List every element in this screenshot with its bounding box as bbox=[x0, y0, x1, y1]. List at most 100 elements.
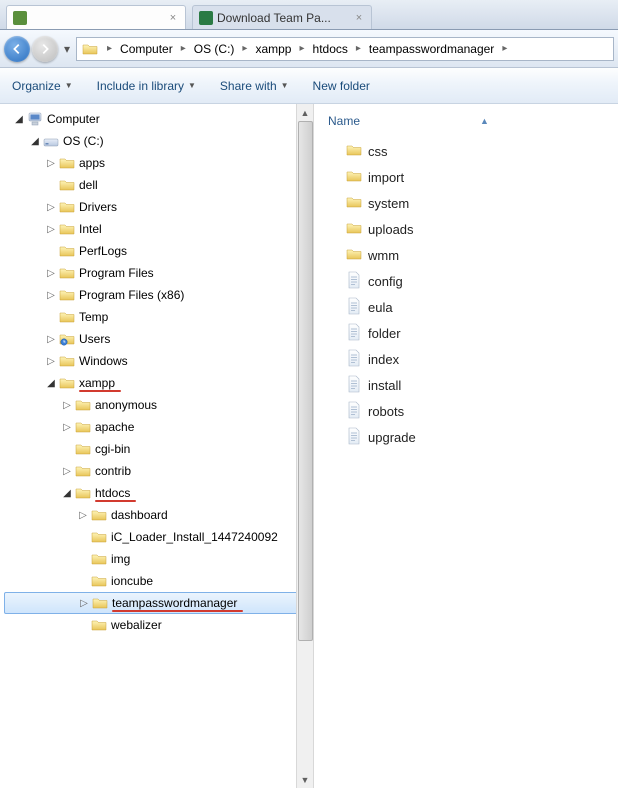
browser-tabstrip: × Download Team Pa... × bbox=[0, 0, 618, 30]
navigation-bar: ▾ ▸Computer▸OS (C:)▸xampp▸htdocs▸teampas… bbox=[0, 30, 618, 68]
tree-node[interactable]: ▷apps bbox=[4, 152, 313, 174]
close-icon[interactable]: × bbox=[167, 12, 179, 24]
list-item[interactable]: robots bbox=[328, 398, 618, 424]
file-icon bbox=[346, 297, 362, 318]
scroll-down-button[interactable]: ▼ bbox=[297, 771, 313, 788]
path-segment[interactable]: teampasswordmanager▸ bbox=[365, 38, 511, 60]
list-item[interactable]: import bbox=[328, 164, 618, 190]
path-segment[interactable]: xampp▸ bbox=[251, 38, 308, 60]
list-item[interactable]: folder bbox=[328, 320, 618, 346]
tab-current[interactable]: × bbox=[6, 5, 186, 29]
folder-icon bbox=[74, 485, 92, 501]
item-label: config bbox=[368, 274, 403, 289]
tree-node[interactable]: ◢Computer bbox=[4, 108, 313, 130]
list-item[interactable]: uploads bbox=[328, 216, 618, 242]
close-icon[interactable]: × bbox=[353, 12, 365, 24]
folder-icon bbox=[74, 419, 92, 435]
list-item[interactable]: eula bbox=[328, 294, 618, 320]
column-header-name[interactable]: Name bbox=[328, 114, 360, 128]
folder-icon bbox=[58, 353, 76, 369]
expand-arrow-icon[interactable]: ▷ bbox=[44, 224, 58, 235]
scroll-thumb[interactable] bbox=[298, 121, 313, 641]
tree-node[interactable]: ▷Temp bbox=[4, 306, 313, 328]
share-with-button[interactable]: Share with▼ bbox=[220, 79, 289, 93]
tree-node-label: PerfLogs bbox=[79, 244, 133, 258]
forward-button[interactable] bbox=[32, 36, 58, 62]
list-item[interactable]: wmm bbox=[328, 242, 618, 268]
navigation-tree: ◢Computer◢OS (C:)▷apps▷dell ▷ Drivers ▷Inte… bbox=[0, 104, 314, 788]
path-segment[interactable]: htdocs▸ bbox=[309, 38, 365, 60]
nav-history-dropdown[interactable]: ▾ bbox=[60, 37, 74, 61]
tree-scrollbar[interactable]: ▲ ▼ bbox=[296, 104, 313, 788]
tree-node[interactable]: ▷ contrib bbox=[4, 460, 313, 482]
path-root-arrow[interactable]: ▸ bbox=[103, 38, 116, 60]
tree-node[interactable]: ▷apache bbox=[4, 416, 313, 438]
expand-arrow-icon[interactable]: ▷ bbox=[77, 598, 91, 609]
list-item[interactable]: install bbox=[328, 372, 618, 398]
path-segment[interactable]: OS (C:)▸ bbox=[190, 38, 252, 60]
expand-arrow-icon[interactable]: ◢ bbox=[28, 136, 42, 147]
tree-node[interactable]: ▷Users bbox=[4, 328, 313, 350]
expand-arrow-icon[interactable]: ▷ bbox=[60, 422, 74, 433]
path-segment[interactable]: Computer▸ bbox=[116, 38, 190, 60]
tab-other[interactable]: Download Team Pa... × bbox=[192, 5, 372, 29]
back-button[interactable] bbox=[4, 36, 30, 62]
tree-node[interactable]: ◢htdocs bbox=[4, 482, 313, 504]
tree-node[interactable]: ▷teampasswordmanager bbox=[4, 592, 313, 614]
list-item[interactable]: system bbox=[328, 190, 618, 216]
expand-arrow-icon[interactable]: ▷ bbox=[44, 158, 58, 169]
expand-arrow-icon[interactable]: ▷ bbox=[44, 202, 58, 213]
tree-node[interactable]: ▷cgi-bin bbox=[4, 438, 313, 460]
expand-arrow-icon[interactable]: ▷ bbox=[44, 268, 58, 279]
command-bar: Organize▼ Include in library▼ Share with… bbox=[0, 68, 618, 104]
expand-arrow-icon[interactable]: ▷ bbox=[60, 400, 74, 411]
tree-node[interactable]: ▷Program Files (x86) bbox=[4, 284, 313, 306]
folder-icon bbox=[58, 375, 76, 391]
list-item[interactable]: upgrade bbox=[328, 424, 618, 450]
expand-arrow-icon[interactable]: ▷ bbox=[44, 290, 58, 301]
tree-node[interactable]: ◢OS (C:) bbox=[4, 130, 313, 152]
scroll-up-button[interactable]: ▲ bbox=[297, 104, 313, 121]
organize-button[interactable]: Organize▼ bbox=[12, 79, 73, 93]
list-item[interactable]: index bbox=[328, 346, 618, 372]
tree-node[interactable]: ▷anonymous bbox=[4, 394, 313, 416]
tree-node[interactable]: ▷webalizer bbox=[4, 614, 313, 636]
list-item[interactable]: css bbox=[328, 138, 618, 164]
expand-arrow-icon[interactable]: ◢ bbox=[12, 114, 26, 125]
expand-arrow-icon[interactable]: ▷ bbox=[44, 356, 58, 367]
new-folder-button[interactable]: New folder bbox=[313, 79, 370, 93]
tree-node[interactable]: ▷Program Files bbox=[4, 262, 313, 284]
tree-node[interactable]: ▷PerfLogs bbox=[4, 240, 313, 262]
tree-node-label: ioncube bbox=[111, 574, 159, 588]
tree-node[interactable]: ▷dell bbox=[4, 174, 313, 196]
item-label: wmm bbox=[368, 248, 399, 263]
item-label: index bbox=[368, 352, 399, 367]
folder-icon bbox=[346, 221, 362, 238]
tree-node-label: webalizer bbox=[111, 618, 168, 632]
folder-icon bbox=[74, 463, 92, 479]
expand-arrow-icon[interactable]: ▷ bbox=[44, 334, 58, 345]
expand-arrow-icon[interactable]: ▷ bbox=[76, 510, 90, 521]
tree-node-label: contrib bbox=[95, 464, 137, 478]
list-item[interactable]: config bbox=[328, 268, 618, 294]
tree-node[interactable]: ▷ioncube bbox=[4, 570, 313, 592]
tree-node-label: Drivers bbox=[79, 200, 123, 214]
folder-icon bbox=[90, 507, 108, 523]
include-in-library-button[interactable]: Include in library▼ bbox=[97, 79, 196, 93]
file-icon bbox=[346, 427, 362, 448]
tree-node[interactable]: ▷Intel bbox=[4, 218, 313, 240]
folder-icon bbox=[90, 573, 108, 589]
address-bar[interactable]: ▸Computer▸OS (C:)▸xampp▸htdocs▸teampassw… bbox=[76, 37, 614, 61]
tree-node[interactable]: ◢xampp bbox=[4, 372, 313, 394]
folder-clock-icon bbox=[58, 331, 76, 347]
file-icon bbox=[346, 349, 362, 370]
tree-node[interactable]: ▷dashboard bbox=[4, 504, 313, 526]
expand-arrow-icon[interactable]: ◢ bbox=[44, 378, 58, 389]
tree-node[interactable]: ▷Windows bbox=[4, 350, 313, 372]
expand-arrow-icon[interactable]: ▷ bbox=[60, 466, 74, 477]
tree-node[interactable]: ▷iC_Loader_Install_1447240092 bbox=[4, 526, 313, 548]
tree-node[interactable]: ▷img bbox=[4, 548, 313, 570]
expand-arrow-icon[interactable]: ◢ bbox=[60, 488, 74, 499]
tree-node[interactable]: ▷ Drivers bbox=[4, 196, 313, 218]
folder-icon bbox=[58, 199, 76, 215]
